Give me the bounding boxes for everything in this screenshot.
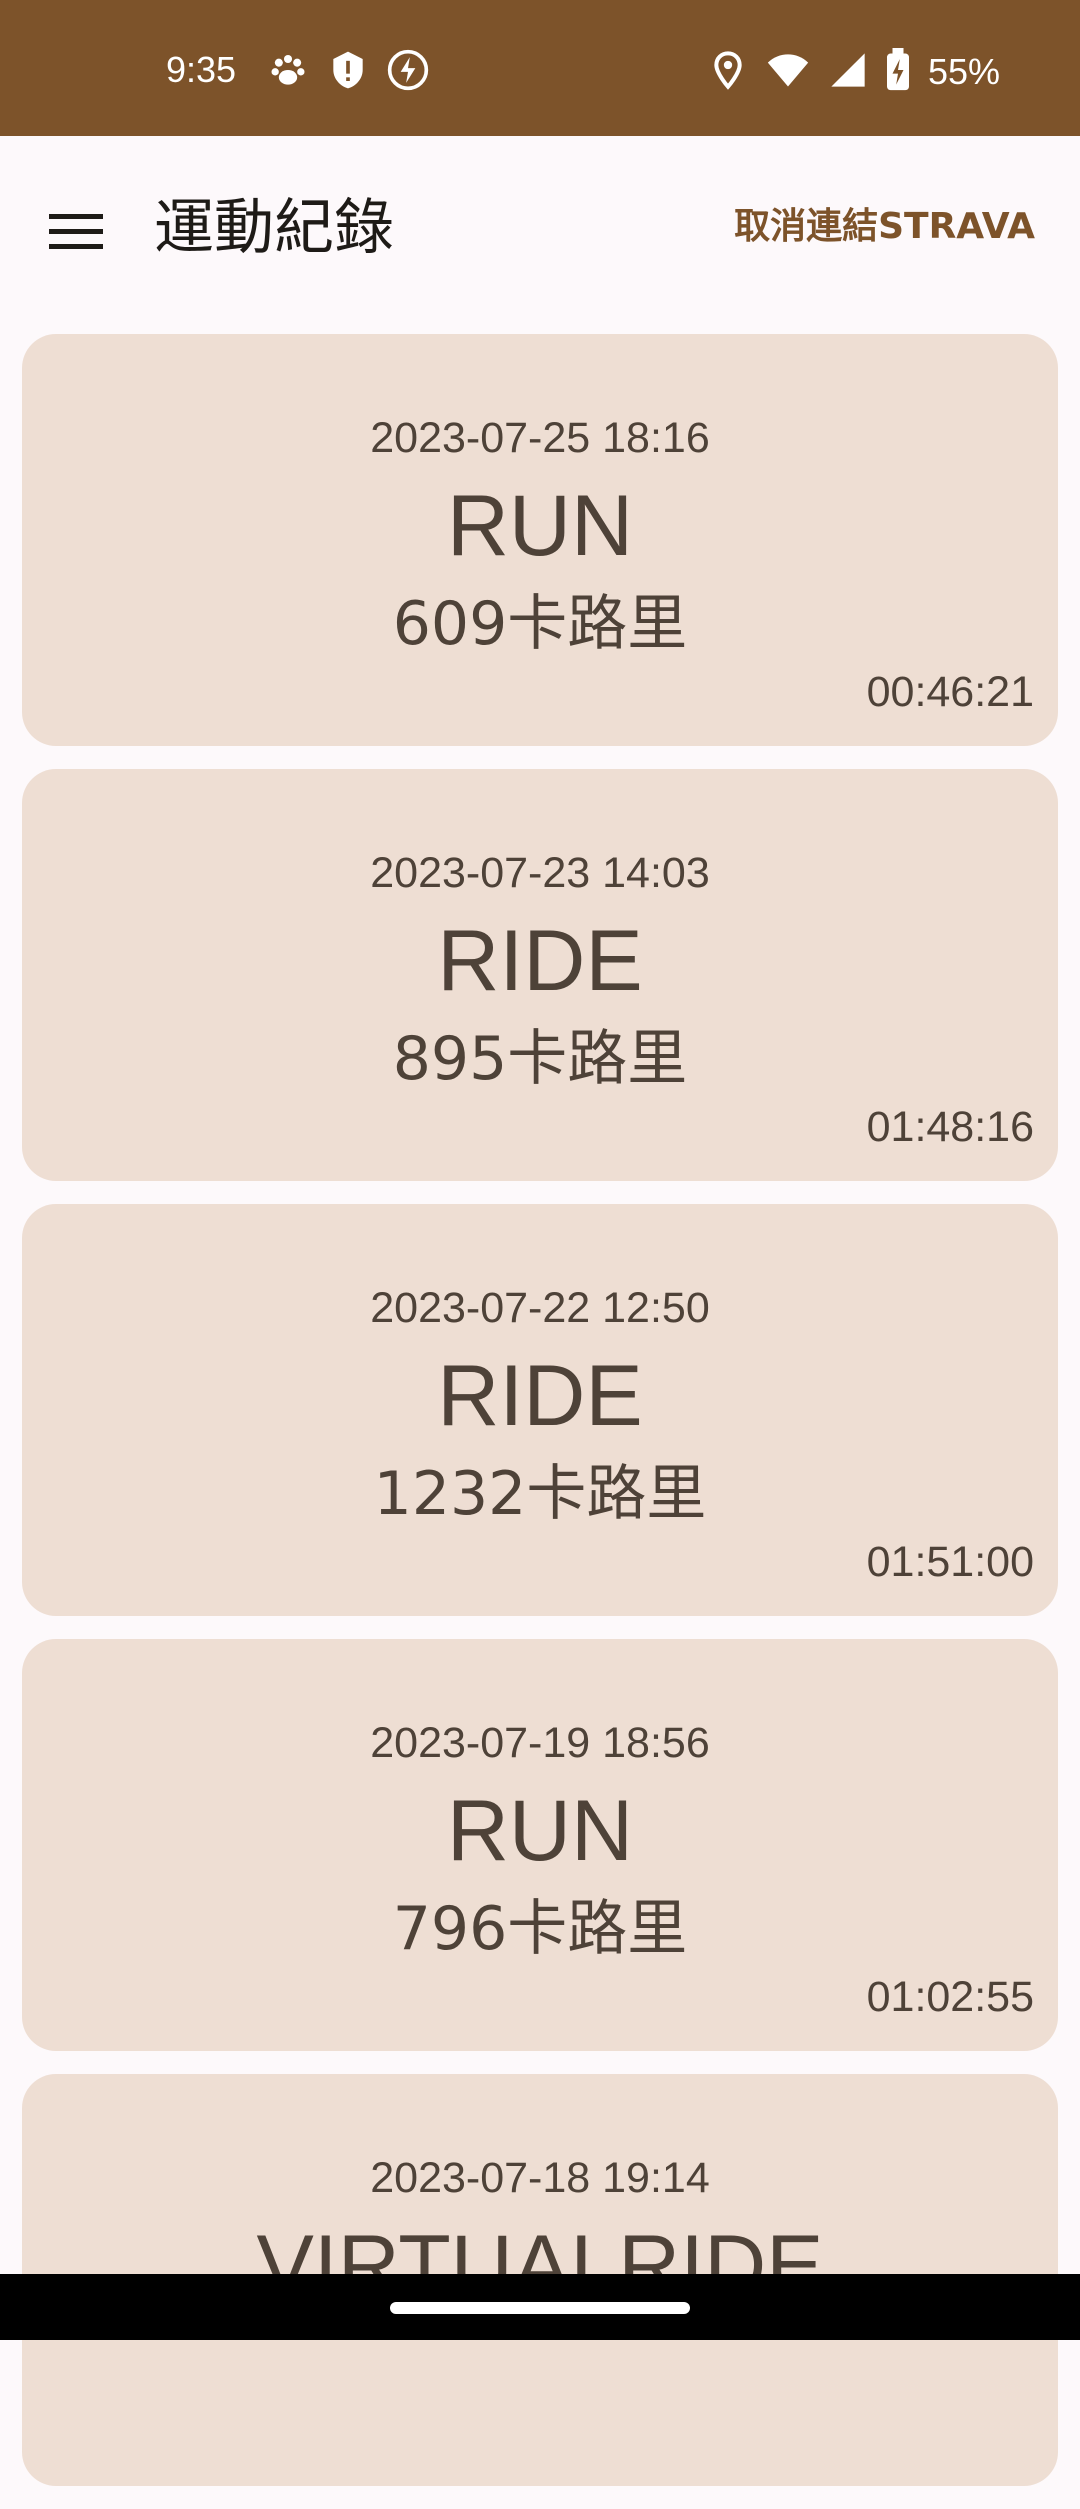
menu-icon[interactable] [40, 196, 112, 268]
activity-date: 2023-07-19 18:56 [370, 1719, 710, 1767]
activity-date: 2023-07-25 18:16 [370, 414, 710, 462]
wifi-icon [764, 48, 812, 96]
battery-percent: 55% [927, 51, 1000, 92]
signal-icon [828, 48, 868, 96]
activity-card[interactable]: 2023-07-23 14:03 RIDE 895卡路里 01:48:16 [22, 769, 1058, 1181]
status-bar: 9:35 55% [0, 0, 1080, 136]
activity-date: 2023-07-18 19:14 [370, 2154, 710, 2202]
app-bar: 運動紀錄 取消連結STRAVA [0, 136, 1080, 316]
location-icon [708, 48, 748, 96]
activity-card[interactable]: 2023-07-25 18:16 RUN 609卡路里 00:46:21 [22, 334, 1058, 746]
page-title: 運動紀錄 [154, 193, 394, 263]
home-gesture-handle[interactable] [390, 2302, 690, 2314]
paw-icon [266, 48, 310, 96]
activity-duration: 00:46:21 [866, 668, 1034, 716]
activity-duration: 01:51:00 [866, 1538, 1034, 1586]
activity-type: RIDE [437, 913, 643, 1009]
shield-icon [326, 48, 370, 96]
activity-card[interactable]: 2023-07-22 12:50 RIDE 1232卡路里 01:51:00 [22, 1204, 1058, 1616]
status-time: 9:35 [166, 49, 237, 90]
system-nav-bar [0, 2274, 1080, 2340]
unlink-strava-button[interactable]: 取消連結STRAVA [734, 200, 1035, 254]
activity-calories: 796卡路里 [392, 1894, 688, 1964]
status-right-icons: 55% [708, 48, 1000, 96]
activity-type: RIDE [437, 1348, 643, 1444]
activity-calories: 609卡路里 [392, 589, 688, 659]
activity-list: 2023-07-25 18:16 RUN 609卡路里 00:46:21 202… [22, 334, 1058, 2509]
bolt-icon [386, 48, 430, 96]
activity-type: RUN [446, 1783, 634, 1879]
activity-card[interactable]: 2023-07-19 18:56 RUN 796卡路里 01:02:55 [22, 1639, 1058, 2051]
status-left-icons [266, 48, 430, 96]
activity-duration: 01:02:55 [866, 1973, 1034, 2021]
activity-date: 2023-07-22 12:50 [370, 1284, 710, 1332]
activity-calories: 1232卡路里 [373, 1459, 707, 1529]
battery-charging-icon [884, 48, 912, 96]
activity-duration: 01:48:16 [866, 1103, 1034, 1151]
activity-date: 2023-07-23 14:03 [370, 849, 710, 897]
activity-calories: 895卡路里 [392, 1024, 688, 1094]
activity-type: RUN [446, 478, 634, 574]
